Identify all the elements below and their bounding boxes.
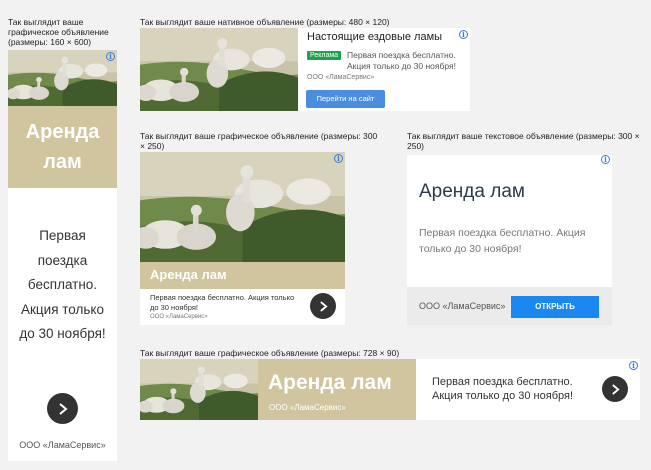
- ad-preview-native[interactable]: Настоящие ездовые ламы i Реклама Первая …: [140, 28, 470, 111]
- advertiser-domain: ООО «ЛамаСервис»: [19, 440, 106, 450]
- description: Первая поездка бесплатно. Акция только д…: [150, 293, 295, 312]
- info-icon[interactable]: i: [106, 52, 115, 61]
- description: Первая поездка бесплатно. Акция только д…: [19, 228, 106, 341]
- caption-160x600: Так выглядит ваше графическое объявление…: [8, 17, 109, 47]
- advertiser-domain: ООО «ЛамаСервис»: [150, 314, 208, 320]
- description: Первая поездка бесплатно. Акция только д…: [419, 227, 586, 255]
- description: Первая поездка бесплатно. Акция только д…: [432, 376, 573, 402]
- llama-photo: [8, 50, 117, 106]
- llama-photo: [140, 359, 258, 420]
- open-button[interactable]: ОТКРЫТЬ: [511, 296, 599, 318]
- chevron-right-icon: [611, 383, 620, 395]
- advertiser-domain: ООО «ЛамаСервис»: [269, 403, 346, 412]
- chevron-right-icon: [58, 402, 68, 415]
- next-button[interactable]: [310, 293, 336, 319]
- llama-photo: [140, 152, 345, 262]
- headline: Аренда лам: [419, 181, 525, 202]
- headline-band: Аренда лам: [140, 262, 345, 289]
- info-icon[interactable]: i: [601, 155, 610, 164]
- ad-badge: Реклама: [307, 51, 342, 60]
- text-ad-footer: ООО «ЛамаСервис» ОТКРЫТЬ: [407, 287, 612, 325]
- visit-site-button[interactable]: Перейти на сайт: [306, 90, 385, 108]
- caption-graphic-728x90: Так выглядит ваше графическое объявление…: [140, 348, 400, 358]
- ad-preview-160x600[interactable]: i Аренда лам Первая поездка бесплатно. А…: [8, 50, 117, 461]
- caption-native-480x120: Так выглядит ваше нативное объявление (р…: [140, 17, 390, 27]
- info-icon[interactable]: i: [629, 361, 638, 370]
- caption-text-300x250: Так выглядит ваше текстовое объявление (…: [407, 131, 640, 151]
- headline-band: Аренда лам: [8, 106, 117, 188]
- llama-photo: [140, 28, 298, 111]
- headline: Аренда лам: [25, 121, 100, 173]
- info-icon[interactable]: i: [459, 30, 468, 39]
- advertiser-domain: ООО «ЛамаСервис»: [307, 74, 375, 81]
- ad-preview-728x90[interactable]: Аренда лам ООО «ЛамаСервис» Первая поезд…: [140, 359, 640, 420]
- ad-preview-text-300x250[interactable]: i Аренда лам Первая поездка бесплатно. А…: [407, 155, 612, 325]
- next-button[interactable]: [602, 376, 628, 402]
- description: Первая поездка бесплатно. Акция только д…: [347, 50, 456, 71]
- next-button[interactable]: [47, 393, 78, 424]
- info-icon[interactable]: i: [334, 154, 343, 163]
- native-title: Настоящие ездовые ламы: [307, 31, 443, 43]
- caption-graphic-300x250: Так выглядит ваше графическое объявление…: [140, 131, 378, 151]
- headline: Аренда лам: [150, 267, 227, 282]
- chevron-right-icon: [319, 300, 328, 312]
- headline: Аренда лам: [268, 371, 392, 394]
- headline-band: Аренда лам ООО «ЛамаСервис»: [258, 359, 416, 420]
- ad-preview-graphic-300x250[interactable]: i Аренда лам Первая поездка бесплатно. А…: [140, 152, 345, 325]
- advertiser-domain: ООО «ЛамаСервис»: [419, 301, 506, 311]
